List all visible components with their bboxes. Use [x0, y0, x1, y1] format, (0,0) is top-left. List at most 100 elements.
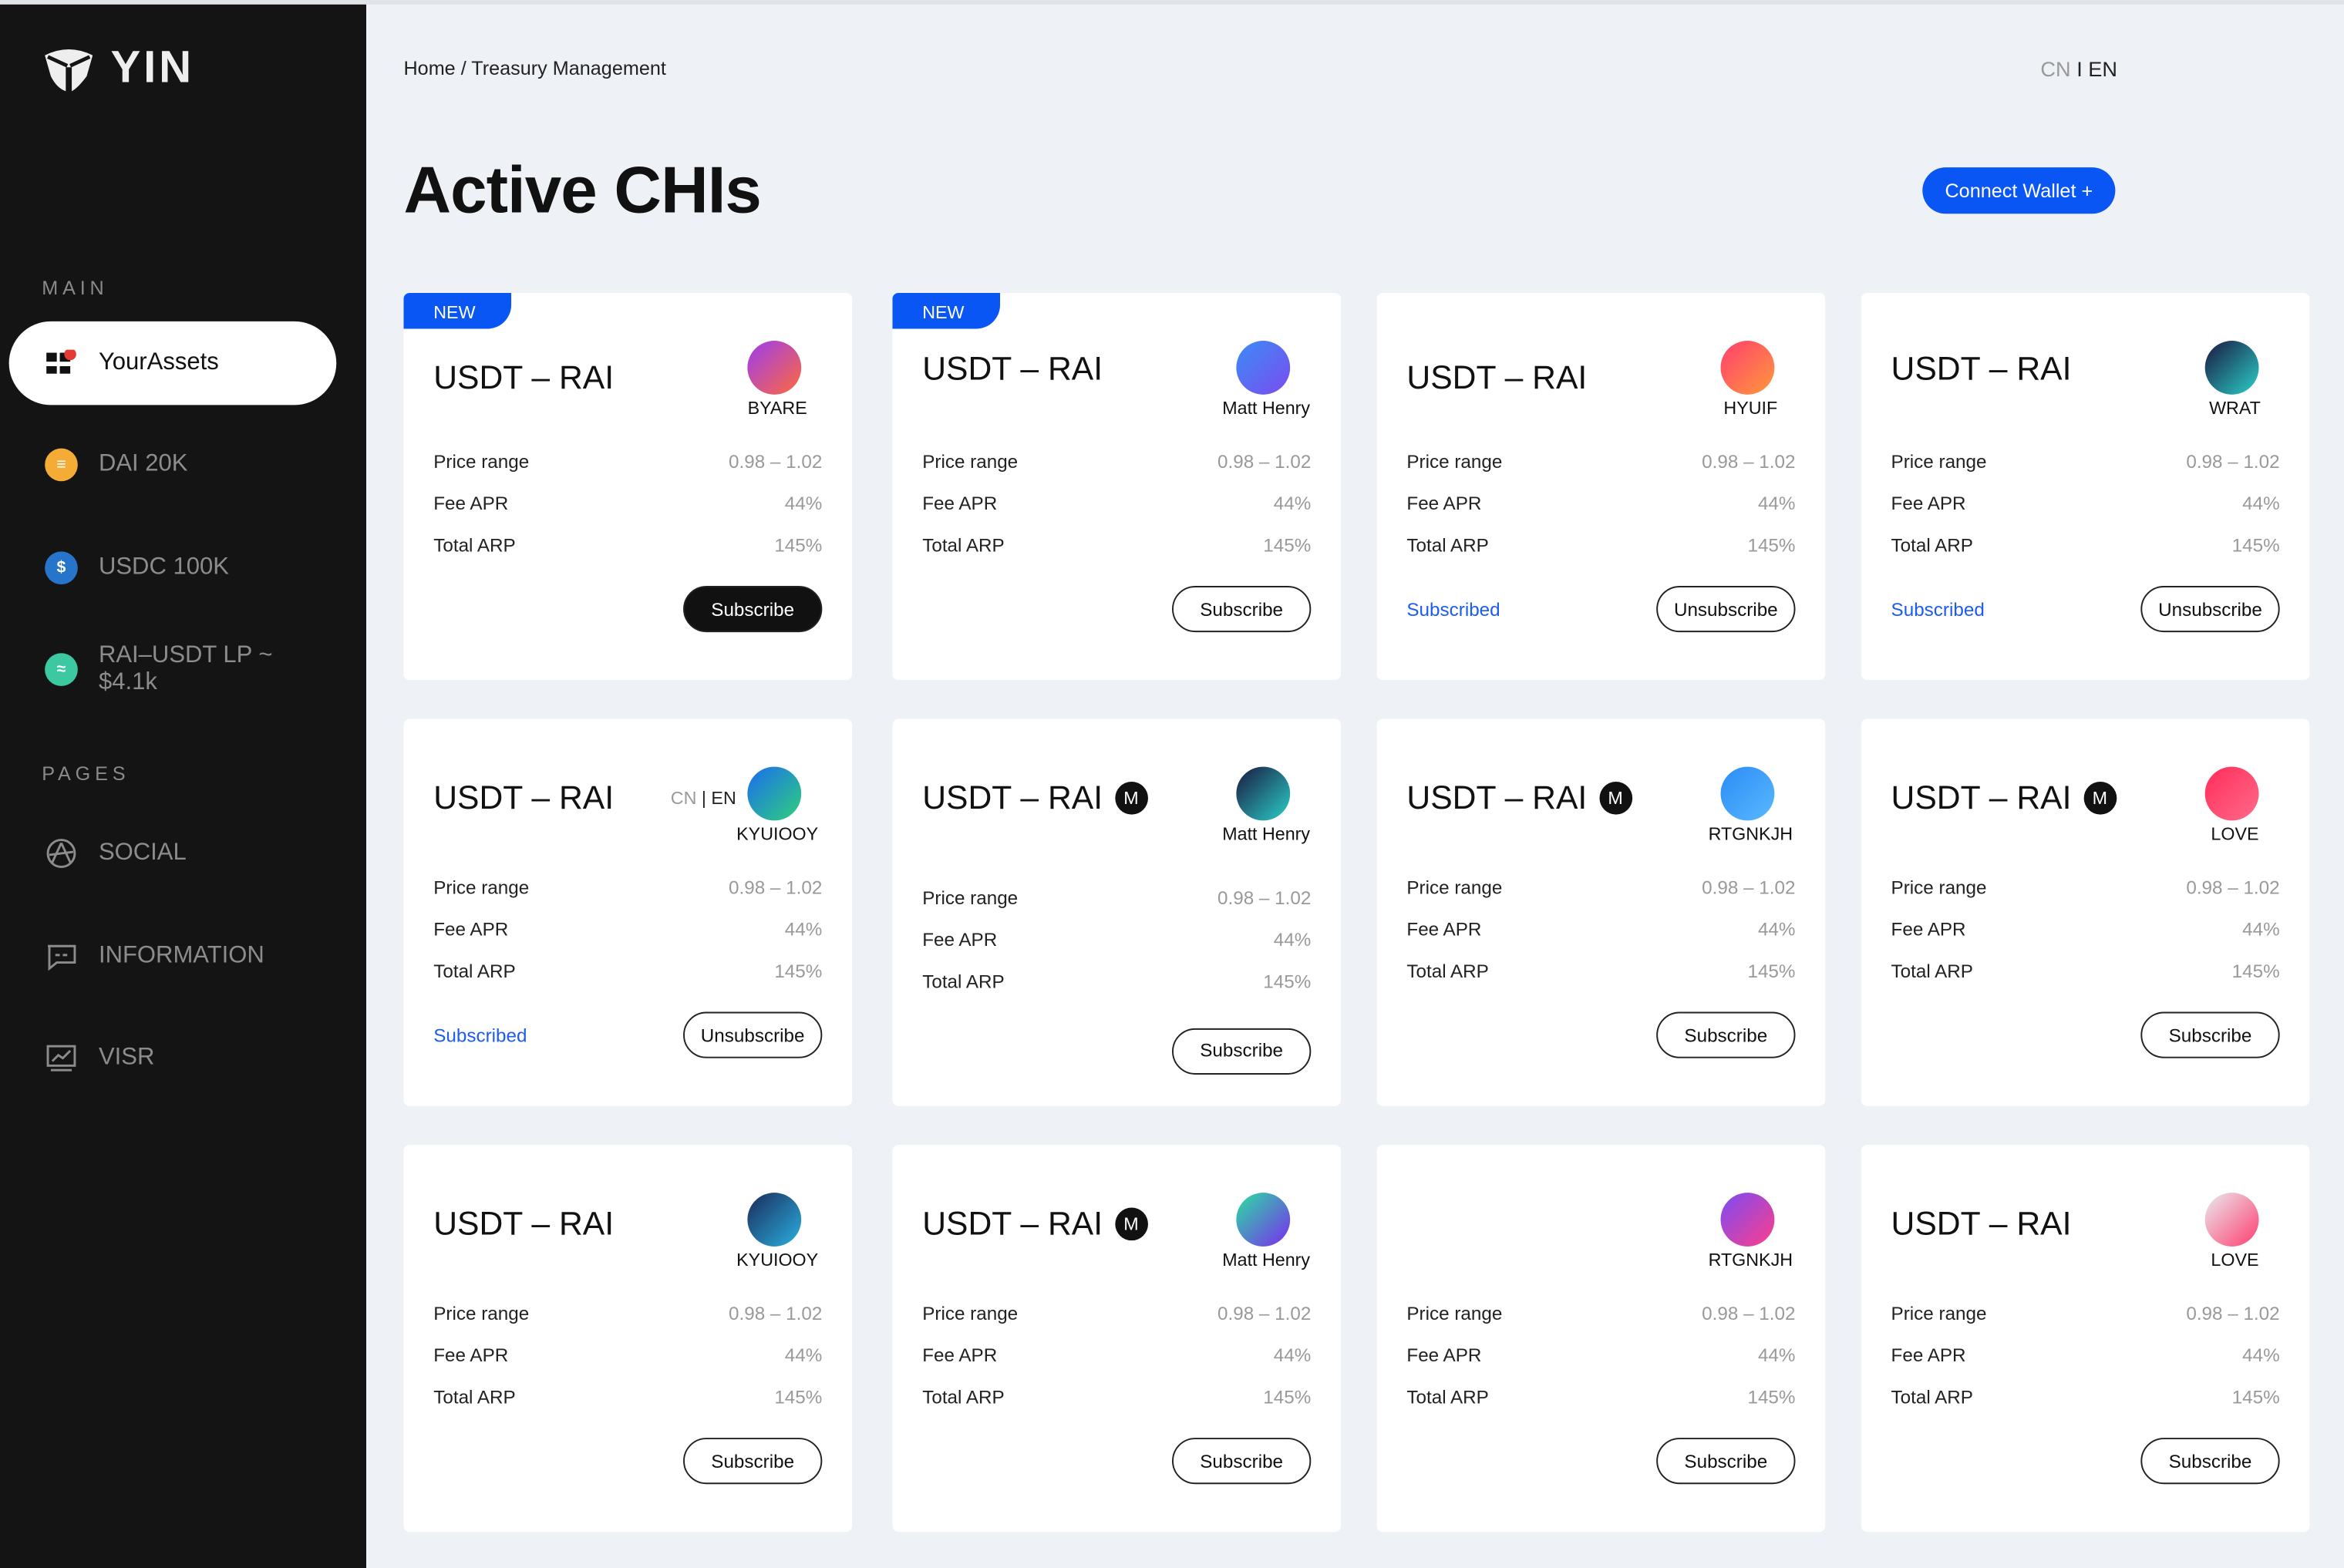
subscribe-button[interactable]: Subscribe — [1172, 1027, 1312, 1075]
subscribe-button[interactable]: Subscribe — [683, 586, 823, 633]
metric-label: Total ARP — [1406, 961, 1489, 982]
m-badge-icon: M — [1114, 781, 1148, 815]
metric-value: 0.98 – 1.02 — [1217, 451, 1312, 473]
language-switch[interactable]: CN I EN — [2040, 57, 2117, 81]
logo[interactable]: YIN — [42, 43, 194, 94]
rtgnkjh-logo-icon — [1720, 1193, 1775, 1247]
provider-name: BYARE — [672, 398, 822, 419]
metric-value: 0.98 – 1.02 — [1702, 451, 1796, 473]
metric-total: Total ARP 145% — [1891, 961, 2280, 982]
card-title: USDT – RAI M — [1891, 779, 2117, 817]
pair-name: USDT – RAI — [922, 1204, 1103, 1243]
metric-label: Fee APR — [1891, 919, 1966, 940]
provider-name-text: RTGNKJH — [1708, 823, 1793, 845]
metric-label: Fee APR — [433, 493, 509, 514]
lang-en[interactable]: EN — [711, 788, 736, 809]
provider-name: RTGNKJH — [1646, 823, 1796, 844]
metric-label: Price range — [1891, 877, 1987, 899]
subscribe-button[interactable]: Subscribe — [683, 1438, 823, 1485]
provider-name: KYUIOOY — [672, 1250, 822, 1270]
card-title: USDT – RAI — [433, 358, 614, 397]
metric-price: Price range 0.98 – 1.02 — [922, 888, 1311, 909]
card-title: USDT – RAI M — [922, 1204, 1148, 1243]
metric-value: 0.98 – 1.02 — [2186, 877, 2280, 899]
connect-wallet-button[interactable]: Connect Wallet + — [1922, 167, 2116, 214]
sidebar-item-information[interactable]: INFORMATION — [9, 915, 337, 999]
pair-name: USDT – RAI — [922, 779, 1103, 816]
provider-name-text: Matt Henry — [1222, 397, 1311, 419]
sidebar-item-visr[interactable]: VISR — [9, 1016, 337, 1100]
card-title: USDT – RAI — [1891, 1205, 2072, 1243]
sidebar-item-yourassets[interactable]: YourAssets — [8, 321, 337, 405]
message-icon — [45, 940, 78, 973]
lang-cn[interactable]: CN — [671, 788, 697, 809]
subscribe-button[interactable]: Subscribe — [2140, 1011, 2280, 1058]
subscribe-button[interactable]: Subscribe — [1172, 1438, 1312, 1485]
metric-label: Price range — [1891, 1303, 1987, 1324]
metric-value: 145% — [1747, 535, 1796, 557]
m-badge-icon: M — [1598, 781, 1632, 815]
provider-name-text: LOVE — [2211, 1249, 2259, 1270]
metric-value: 44% — [784, 919, 823, 940]
metric-label: Total ARP — [1406, 535, 1489, 557]
subscribe-button[interactable]: Subscribe — [1656, 1011, 1796, 1058]
unsubscribe-button[interactable]: Unsubscribe — [1656, 586, 1796, 633]
card-language-switch[interactable]: CN | EN — [671, 788, 736, 809]
metric-value: 145% — [774, 961, 823, 982]
sidebar-item-dai-20k[interactable]: ≡ DAI 20K — [9, 423, 337, 507]
sidebar-item-label: USDC 100K — [98, 554, 229, 580]
metric-value: 44% — [2242, 493, 2280, 514]
metric-fee: Fee APR 44% — [1891, 493, 2280, 514]
provider-name-text: KYUIOOY — [736, 823, 819, 845]
metric-label: Price range — [922, 451, 1019, 473]
metric-price: Price range 0.98 – 1.02 — [1406, 452, 1795, 473]
provider-name-text: HYUIF — [1723, 397, 1778, 419]
metric-price: Price range 0.98 – 1.02 — [433, 1304, 822, 1324]
metric-total: Total ARP 145% — [433, 961, 822, 982]
sidebar-item-rai-usdt-lp-4-1k[interactable]: ≈ RAI–USDT LP ~ $4.1k — [9, 628, 337, 712]
card-title: USDT – RAI — [433, 1205, 614, 1243]
lang-cn[interactable]: CN — [2040, 57, 2070, 81]
provider-name: Matt Henry — [1161, 1250, 1311, 1270]
unsubscribe-button[interactable]: Unsubscribe — [2140, 586, 2280, 633]
metric-value: 44% — [1273, 929, 1312, 951]
chi-card: USDT – RAI M RTGNKJH Price range 0.98 – 1.02… — [1376, 718, 1826, 1106]
kyuiooy-logo-icon — [747, 1193, 802, 1247]
metric-label: Total ARP — [433, 1387, 516, 1408]
metric-value: 145% — [1263, 535, 1312, 557]
provider-name: LOVE — [2130, 823, 2280, 844]
new-badge: NEW — [403, 293, 512, 329]
provider-name: LOVE — [2130, 1250, 2280, 1270]
page-title: Active CHIs — [403, 153, 761, 227]
subscribe-button[interactable]: Subscribe — [1656, 1438, 1796, 1485]
metric-label: Total ARP — [433, 535, 516, 557]
yin-logo-icon — [45, 49, 93, 92]
rai-coin-icon: ≈ — [45, 653, 78, 686]
subscribe-button[interactable]: Subscribe — [2140, 1438, 2280, 1485]
metric-total: Total ARP 145% — [1406, 1387, 1795, 1408]
chi-card: USDT – RAI KYUIOOY Price range 0.98 – 1.02 F… — [403, 1145, 853, 1533]
sidebar-item-usdc-100k[interactable]: $ USDC 100K — [9, 526, 337, 610]
card-title: USDT – RAI — [1406, 358, 1587, 397]
metric-label: Total ARP — [922, 971, 1005, 993]
section-main-label: MAIN — [42, 276, 109, 299]
main-content: Home / Treasury Management CN I EN Activ… — [366, 5, 2344, 1568]
breadcrumb[interactable]: Home / Treasury Management — [403, 57, 665, 79]
card-title: USDT – RAI M — [1406, 779, 1632, 817]
metric-total: Total ARP 145% — [433, 1387, 822, 1408]
matt-henry-logo-icon — [1236, 1193, 1291, 1247]
lang-en[interactable]: EN — [2088, 57, 2117, 81]
unsubscribe-button[interactable]: Unsubscribe — [683, 1011, 823, 1058]
metric-value: 0.98 – 1.02 — [729, 1303, 823, 1324]
metric-value: 44% — [1757, 1344, 1796, 1367]
lang-separator: I — [2076, 56, 2083, 81]
chi-card: USDT – RAI HYUIF Price range 0.98 – 1.02 Fee… — [1376, 293, 1826, 681]
subscribe-button[interactable]: Subscribe — [1172, 586, 1312, 633]
pair-name: USDT – RAI — [1891, 779, 2072, 816]
metric-fee: Fee APR 44% — [433, 1345, 822, 1366]
metric-fee: Fee APR 44% — [922, 493, 1311, 514]
card-title: USDT – RAI M — [922, 779, 1148, 817]
metric-label: Total ARP — [1891, 1387, 1973, 1408]
sidebar-item-label: SOCIAL — [98, 840, 187, 866]
sidebar-item-social[interactable]: SOCIAL — [9, 812, 337, 896]
